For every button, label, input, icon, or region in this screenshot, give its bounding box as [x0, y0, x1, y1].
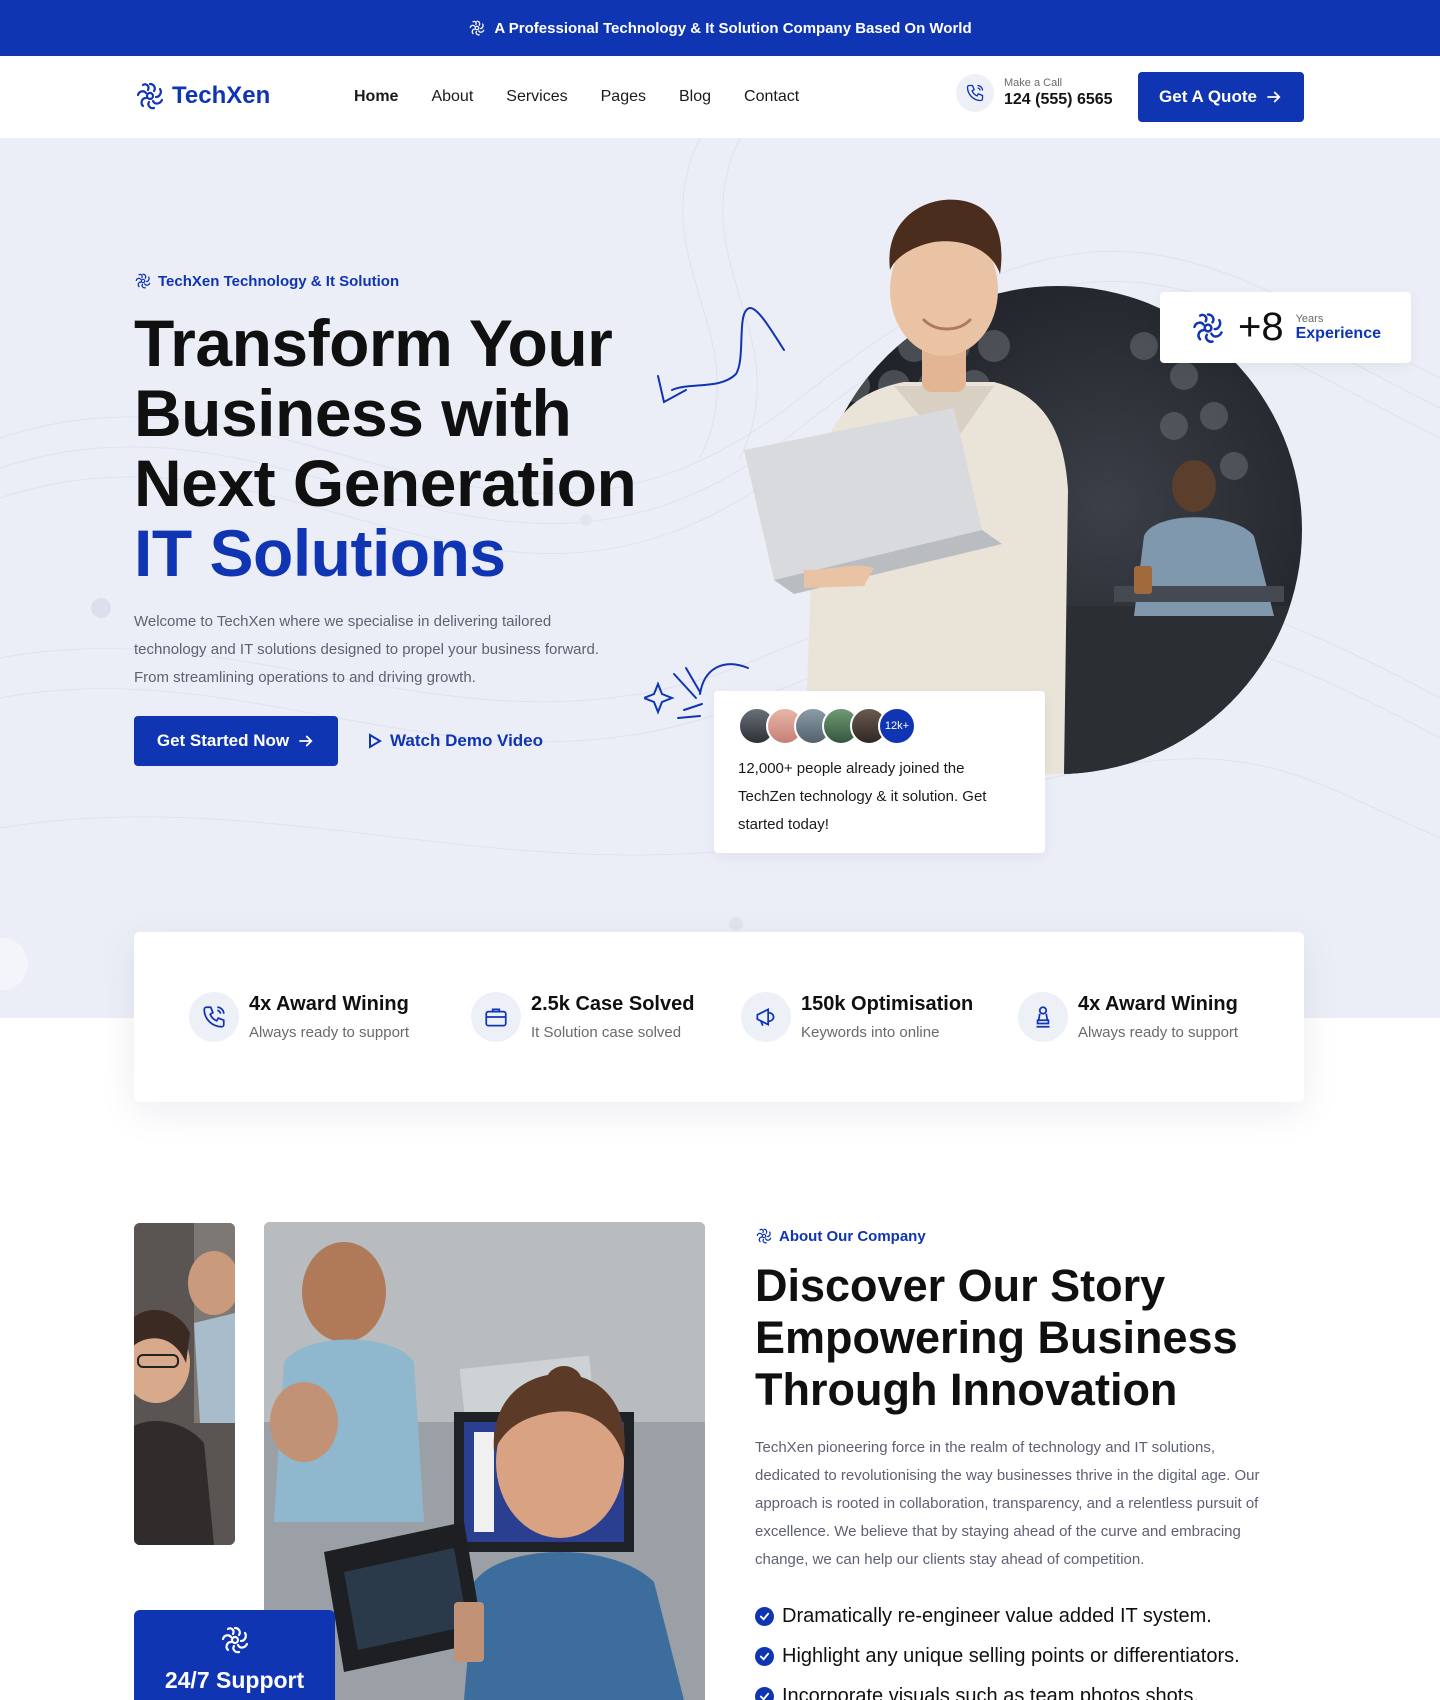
about-heading-line-1: Discover Our Story: [755, 1260, 1166, 1311]
community-text: 12,000+ people already joined the TechZe…: [738, 760, 987, 833]
watch-demo-link[interactable]: Watch Demo Video: [368, 731, 543, 751]
swirl-logo-icon: [219, 1624, 251, 1656]
feature-text: Incorporate visuals such as team photos …: [782, 1684, 1199, 1700]
nav-item-contact[interactable]: Contact: [744, 88, 799, 106]
check-circle-icon: [755, 1646, 774, 1666]
phone-icon: [189, 992, 239, 1042]
announcement-text: A Professional Technology & It Solution …: [494, 19, 972, 37]
swirl-logo-icon: [755, 1227, 773, 1245]
logo-text: TechXen: [172, 82, 271, 109]
get-started-label: Get Started Now: [156, 731, 290, 750]
call-contact[interactable]: Make a Call 124 (555) 6565: [956, 74, 1113, 112]
nav-item-services[interactable]: Services: [506, 88, 567, 106]
swirl-logo-icon: [134, 80, 166, 112]
award-icon: [1018, 992, 1068, 1042]
experience-value: +8: [1238, 305, 1284, 349]
stat-title: 4x Award Wining: [249, 993, 409, 1015]
nav-item-about[interactable]: About: [431, 88, 473, 106]
stats-card: 4x Award Wining Always ready to support …: [134, 932, 1304, 1102]
support-label: 24/7 Support: [164, 1667, 305, 1693]
arrow-right-icon: [1267, 91, 1281, 103]
feature-text: Highlight any unique selling points or d…: [782, 1644, 1240, 1667]
list-item: Incorporate visuals such as team photos …: [755, 1676, 1240, 1700]
swirl-logo-icon: [134, 272, 152, 290]
hero-section: TechXen Technology & It Solution Transfo…: [0, 138, 1440, 1018]
nav-item-home[interactable]: Home: [354, 88, 398, 106]
nav-item-pages[interactable]: Pages: [601, 88, 646, 106]
stat-item: 4x Award Wining Always ready to support: [189, 992, 471, 1042]
headline-accent: IT Solutions: [134, 516, 506, 590]
arrow-right-icon: [299, 735, 313, 747]
stat-subtitle: Always ready to support: [249, 1024, 410, 1041]
experience-unit: Years: [1295, 312, 1324, 325]
get-quote-button[interactable]: Get A Quote: [1138, 72, 1304, 122]
headline-line-2: Business with: [134, 376, 572, 450]
swirl-logo-icon: [468, 19, 486, 37]
briefcase-icon: [471, 992, 521, 1042]
watch-demo-label: Watch Demo Video: [390, 731, 544, 750]
check-circle-icon: [755, 1686, 774, 1700]
hero-tagline-text: TechXen Technology & It Solution: [158, 272, 400, 290]
hero-headline: Transform Your Business with Next Genera…: [134, 306, 637, 590]
call-number: 124 (555) 6565: [1004, 91, 1113, 108]
avatar-group: 12k+: [738, 707, 1021, 745]
about-tagline: About Our Company: [755, 1227, 926, 1245]
check-circle-icon: [755, 1606, 774, 1626]
list-item: Highlight any unique selling points or d…: [755, 1636, 1240, 1676]
site-logo[interactable]: TechXen: [134, 80, 270, 112]
hero-person-with-laptop: [744, 199, 1068, 774]
list-item: Dramatically re-engineer value added IT …: [755, 1596, 1240, 1636]
experience-label: Experience: [1295, 324, 1381, 342]
about-heading: Discover Our Story Empowering Business T…: [755, 1260, 1238, 1416]
about-description: TechXen pioneering force in the realm of…: [755, 1439, 1260, 1568]
stat-subtitle: Always ready to support: [1078, 1024, 1239, 1041]
about-heading-line-2: Empowering Business: [755, 1312, 1238, 1363]
experience-card: +8 Years Experience: [1160, 292, 1411, 363]
nav-menu: Home About Services Pages Blog Contact: [354, 56, 799, 138]
about-tagline-text: About Our Company: [779, 1227, 926, 1245]
stat-subtitle: It Solution case solved: [531, 1024, 682, 1041]
about-image-small: [134, 1223, 235, 1545]
support-badge: 24/7 Support: [134, 1610, 335, 1700]
play-icon: [369, 733, 382, 749]
announcement-bar: A Professional Technology & It Solution …: [0, 0, 1440, 56]
stat-title: 4x Award Wining: [1078, 993, 1238, 1015]
member-count-badge: 12k+: [878, 707, 916, 745]
stat-item: 4x Award Wining Always ready to support: [1018, 992, 1238, 1042]
hero-tagline: TechXen Technology & It Solution: [134, 272, 399, 290]
community-card: 12k+ 12,000+ people already joined the T…: [714, 691, 1045, 853]
nav-item-blog[interactable]: Blog: [679, 88, 711, 106]
about-feature-list: Dramatically re-engineer value added IT …: [755, 1596, 1240, 1700]
get-quote-label: Get A Quote: [1159, 87, 1257, 106]
stat-subtitle: Keywords into online: [801, 1024, 940, 1041]
stat-title: 150k Optimisation: [801, 993, 974, 1015]
stat-item: 2.5k Case Solved It Solution case solved: [471, 992, 741, 1042]
megaphone-icon: [741, 992, 791, 1042]
stat-item: 150k Optimisation Keywords into online: [741, 992, 1018, 1042]
main-navigation: TechXen Home About Services Pages Blog C…: [0, 56, 1440, 138]
headline-line-3: Next Generation: [134, 446, 637, 520]
get-started-button[interactable]: Get Started Now: [134, 716, 338, 766]
about-heading-line-3: Through Innovation: [755, 1364, 1178, 1415]
call-label: Make a Call: [1004, 77, 1063, 89]
feature-text: Dramatically re-engineer value added IT …: [782, 1604, 1212, 1627]
hero-description: Welcome to TechXen where we specialise i…: [134, 613, 600, 686]
stat-title: 2.5k Case Solved: [531, 993, 695, 1015]
swirl-logo-icon: [1190, 310, 1226, 346]
phone-icon: [956, 74, 994, 112]
headline-line-1: Transform Your: [134, 306, 613, 380]
